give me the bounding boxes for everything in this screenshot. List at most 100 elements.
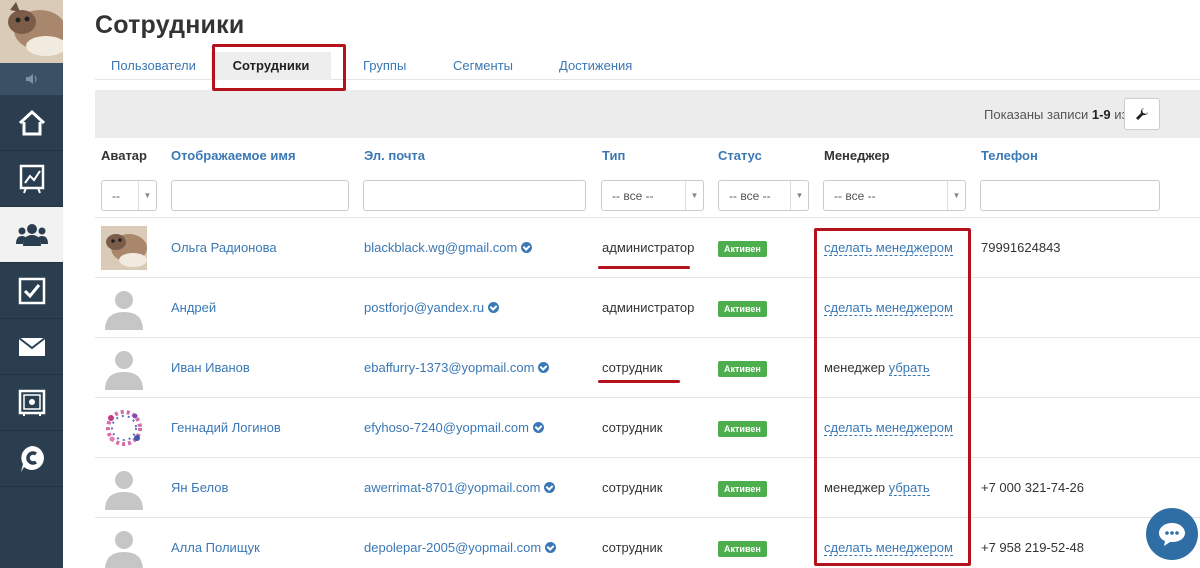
chat-widget-button[interactable] xyxy=(1146,508,1198,560)
user-name-link[interactable]: Ян Белов xyxy=(171,480,228,495)
remove-manager-link[interactable]: убрать xyxy=(888,360,930,376)
manager-cell: сделать менеджером xyxy=(824,420,953,436)
tab-achievements[interactable]: Достижения xyxy=(543,52,648,80)
avatar xyxy=(101,466,147,510)
table-row[interactable]: Ян Белов awerrimat-8701@yopmail.com сотр… xyxy=(95,458,1200,518)
filter-name-input[interactable] xyxy=(171,180,349,211)
col-header-avatar: Аватар xyxy=(101,148,147,163)
tab-users[interactable]: Пользователи xyxy=(95,52,212,80)
sidebar xyxy=(0,0,63,568)
records-count: Показаны записи 1-9 из 9. xyxy=(984,107,1142,122)
user-name-link[interactable]: Андрей xyxy=(171,300,216,315)
col-header-email[interactable]: Эл. почта xyxy=(364,148,425,163)
speaker-icon[interactable] xyxy=(0,63,63,95)
user-name-link[interactable]: Геннадий Логинов xyxy=(171,420,281,435)
filter-row: -- ▼ -- все -- ▼ -- все -- ▼ -- все -- ▼ xyxy=(95,170,1200,218)
verified-icon xyxy=(545,542,557,553)
verified-icon xyxy=(544,482,556,493)
col-header-name[interactable]: Отображаемое имя xyxy=(171,148,296,163)
main-content: Сотрудники Пользователи Сотрудники Групп… xyxy=(63,0,1200,568)
checkbox-icon xyxy=(18,277,45,304)
col-header-type[interactable]: Тип xyxy=(602,148,625,163)
user-email[interactable]: efyhoso-7240@yopmail.com xyxy=(364,420,544,435)
user-email[interactable]: ebaffurry-1373@yopmail.com xyxy=(364,360,550,375)
col-header-status[interactable]: Статус xyxy=(718,148,762,163)
table-toolbar: Показаны записи 1-9 из 9. xyxy=(95,90,1200,138)
user-type: сотрудник xyxy=(602,420,663,435)
user-type: администратор xyxy=(602,300,695,315)
status-badge: Активен xyxy=(718,241,767,257)
user-type: сотрудник xyxy=(602,480,663,495)
tabs: Пользователи Сотрудники Группы Сегменты … xyxy=(95,52,1200,80)
status-badge: Активен xyxy=(718,481,767,497)
table-settings-button[interactable] xyxy=(1124,98,1160,130)
wrench-icon xyxy=(1136,108,1148,120)
sidebar-item-chat[interactable] xyxy=(0,431,63,487)
sidebar-item-stats[interactable] xyxy=(0,151,63,207)
home-icon xyxy=(18,109,45,135)
manager-cell: сделать менеджером xyxy=(824,300,953,316)
user-email[interactable]: depolepar-2005@yopmail.com xyxy=(364,540,557,555)
user-name-link[interactable]: Алла Полищук xyxy=(171,540,260,555)
remove-manager-link[interactable]: убрать xyxy=(888,480,930,496)
sidebar-item-users[interactable] xyxy=(0,207,63,263)
page-title: Сотрудники xyxy=(95,11,245,39)
status-badge: Активен xyxy=(718,421,767,437)
avatar xyxy=(101,526,147,568)
manager-cell: сделать менеджером xyxy=(824,240,953,256)
filter-type-select[interactable]: -- все -- ▼ xyxy=(601,180,704,211)
status-badge: Активен xyxy=(718,301,767,317)
filter-phone-input[interactable] xyxy=(980,180,1160,211)
col-header-phone[interactable]: Телефон xyxy=(981,148,1038,163)
manager-cell: сделать менеджером xyxy=(824,540,953,556)
chat-c-icon xyxy=(20,445,44,472)
table-row[interactable]: Алла Полищук depolepar-2005@yopmail.com … xyxy=(95,518,1200,568)
col-header-manager: Менеджер xyxy=(824,148,890,163)
verified-icon xyxy=(538,362,550,373)
make-manager-link[interactable]: сделать менеджером xyxy=(824,420,953,436)
table-row[interactable]: Ольга Радионова blackblack.wg@gmail.com … xyxy=(95,218,1200,278)
verified-icon xyxy=(488,302,500,313)
avatar xyxy=(101,406,147,450)
user-email[interactable]: postforjo@yandex.ru xyxy=(364,300,500,315)
sidebar-item-home[interactable] xyxy=(0,95,63,151)
user-type: сотрудник xyxy=(602,360,663,375)
user-name-link[interactable]: Иван Иванов xyxy=(171,360,250,375)
filter-avatar-select[interactable]: -- ▼ xyxy=(101,180,157,211)
user-email[interactable]: awerrimat-8701@yopmail.com xyxy=(364,480,556,495)
table-row[interactable]: Геннадий Логинов efyhoso-7240@yopmail.co… xyxy=(95,398,1200,458)
sidebar-item-safe[interactable] xyxy=(0,375,63,431)
sidebar-item-tasks[interactable] xyxy=(0,263,63,319)
user-phone: +7 958 219-52-48 xyxy=(981,540,1085,555)
user-type: администратор xyxy=(602,240,695,255)
mail-icon xyxy=(17,336,46,356)
avatar xyxy=(101,226,147,270)
user-phone: +7 000 321-74-26 xyxy=(981,480,1085,495)
verified-icon xyxy=(521,242,533,253)
user-avatar[interactable] xyxy=(0,0,63,63)
verified-icon xyxy=(532,422,544,433)
user-phone: 79991624843 xyxy=(981,240,1061,255)
make-manager-link[interactable]: сделать менеджером xyxy=(824,240,953,256)
table-row[interactable]: Иван Иванов ebaffurry-1373@yopmail.com с… xyxy=(95,338,1200,398)
manager-cell: менеджер убрать xyxy=(824,480,930,496)
tab-segments[interactable]: Сегменты xyxy=(437,52,529,80)
filter-status-select[interactable]: -- все -- ▼ xyxy=(718,180,809,211)
avatar xyxy=(101,286,147,330)
tab-groups[interactable]: Группы xyxy=(347,52,422,80)
filter-manager-select[interactable]: -- все -- ▼ xyxy=(823,180,966,211)
users-icon xyxy=(15,223,48,246)
user-name-link[interactable]: Ольга Радионова xyxy=(171,240,277,255)
status-badge: Активен xyxy=(718,541,767,557)
safe-icon xyxy=(18,389,45,416)
sidebar-item-mail[interactable] xyxy=(0,319,63,375)
make-manager-link[interactable]: сделать менеджером xyxy=(824,540,953,556)
filter-email-input[interactable] xyxy=(363,180,586,211)
user-type: сотрудник xyxy=(602,540,663,555)
chart-icon xyxy=(19,164,44,193)
tab-employees[interactable]: Сотрудники xyxy=(211,52,331,80)
table-row[interactable]: Андрей postforjo@yandex.ru администратор… xyxy=(95,278,1200,338)
status-badge: Активен xyxy=(718,361,767,377)
user-email[interactable]: blackblack.wg@gmail.com xyxy=(364,240,533,255)
make-manager-link[interactable]: сделать менеджером xyxy=(824,300,953,316)
